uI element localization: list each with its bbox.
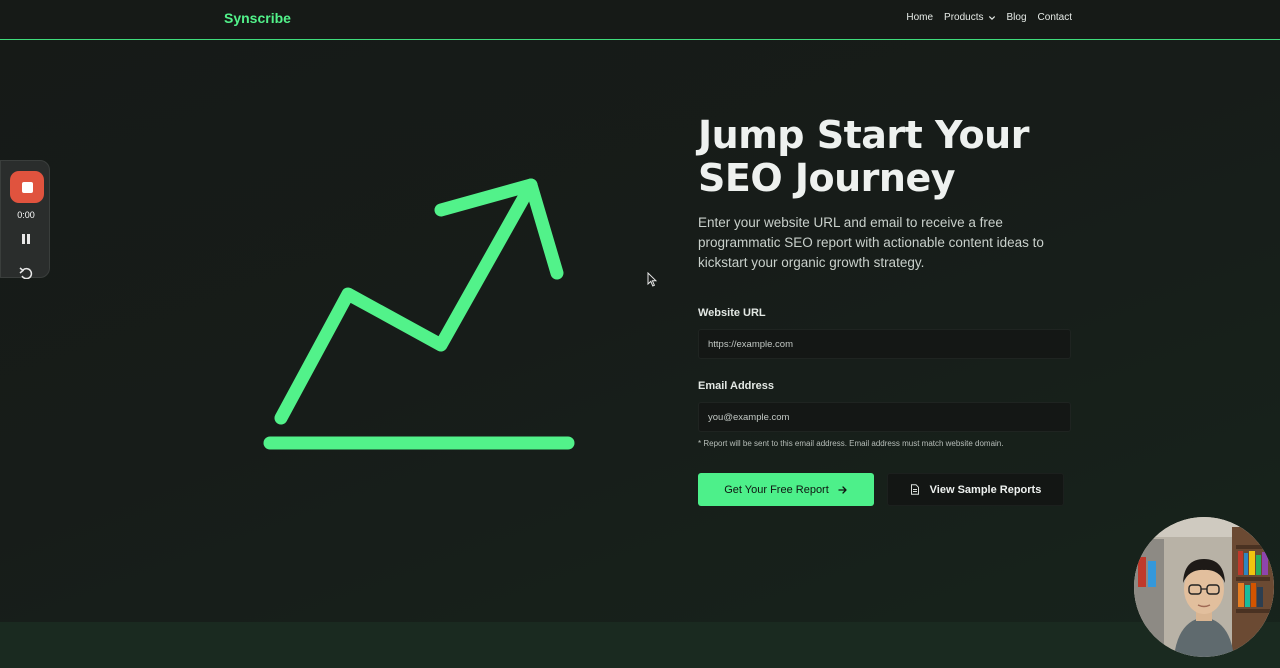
website-url-input[interactable] <box>698 329 1071 359</box>
trend-up-arrow-icon <box>263 178 575 450</box>
nav-link-products[interactable]: Products <box>944 12 995 23</box>
view-sample-reports-label: View Sample Reports <box>929 483 1042 496</box>
get-free-report-button[interactable]: Get Your Free Report <box>698 473 874 506</box>
nav-link-contact[interactable]: Contact <box>1038 12 1072 23</box>
view-sample-reports-button[interactable]: View Sample Reports <box>887 473 1064 506</box>
email-input[interactable] <box>698 402 1071 432</box>
screen-recorder-widget: 0:00 <box>0 160 50 279</box>
get-free-report-label: Get Your Free Report <box>724 483 829 496</box>
stop-icon <box>21 181 33 193</box>
arrow-right-icon <box>838 485 847 494</box>
presenter-avatar <box>1134 517 1274 657</box>
pause-icon <box>22 234 25 244</box>
webcam-overlay <box>1134 517 1274 657</box>
email-label: Email Address <box>698 380 775 392</box>
chevron-down-icon <box>988 15 995 20</box>
document-icon <box>910 484 919 495</box>
restart-icon[interactable] <box>19 267 33 279</box>
top-navbar: Synscribe Home Products Blog Contact <box>0 0 1280 40</box>
pause-recording-button[interactable] <box>21 234 31 246</box>
pause-icon-bar <box>27 234 30 244</box>
mouse-cursor-icon <box>647 272 657 287</box>
hero-description: Enter your website URL and email to rece… <box>698 215 1044 270</box>
stop-recording-button[interactable] <box>10 171 44 203</box>
nav-link-home[interactable]: Home <box>906 12 933 23</box>
recording-timer: 0:00 <box>17 210 35 220</box>
website-url-label: Website URL <box>698 307 766 319</box>
email-hint: * Report will be sent to this email addr… <box>698 439 1004 448</box>
page-title: Jump Start Your SEO Journey <box>698 113 1029 200</box>
next-section-band <box>0 622 1280 668</box>
nav-link-blog[interactable]: Blog <box>1007 12 1027 23</box>
nav-link-products-label: Products <box>944 12 984 23</box>
nav-links: Home Products Blog Contact <box>906 12 1072 23</box>
brand-logo[interactable]: Synscribe <box>224 10 291 26</box>
